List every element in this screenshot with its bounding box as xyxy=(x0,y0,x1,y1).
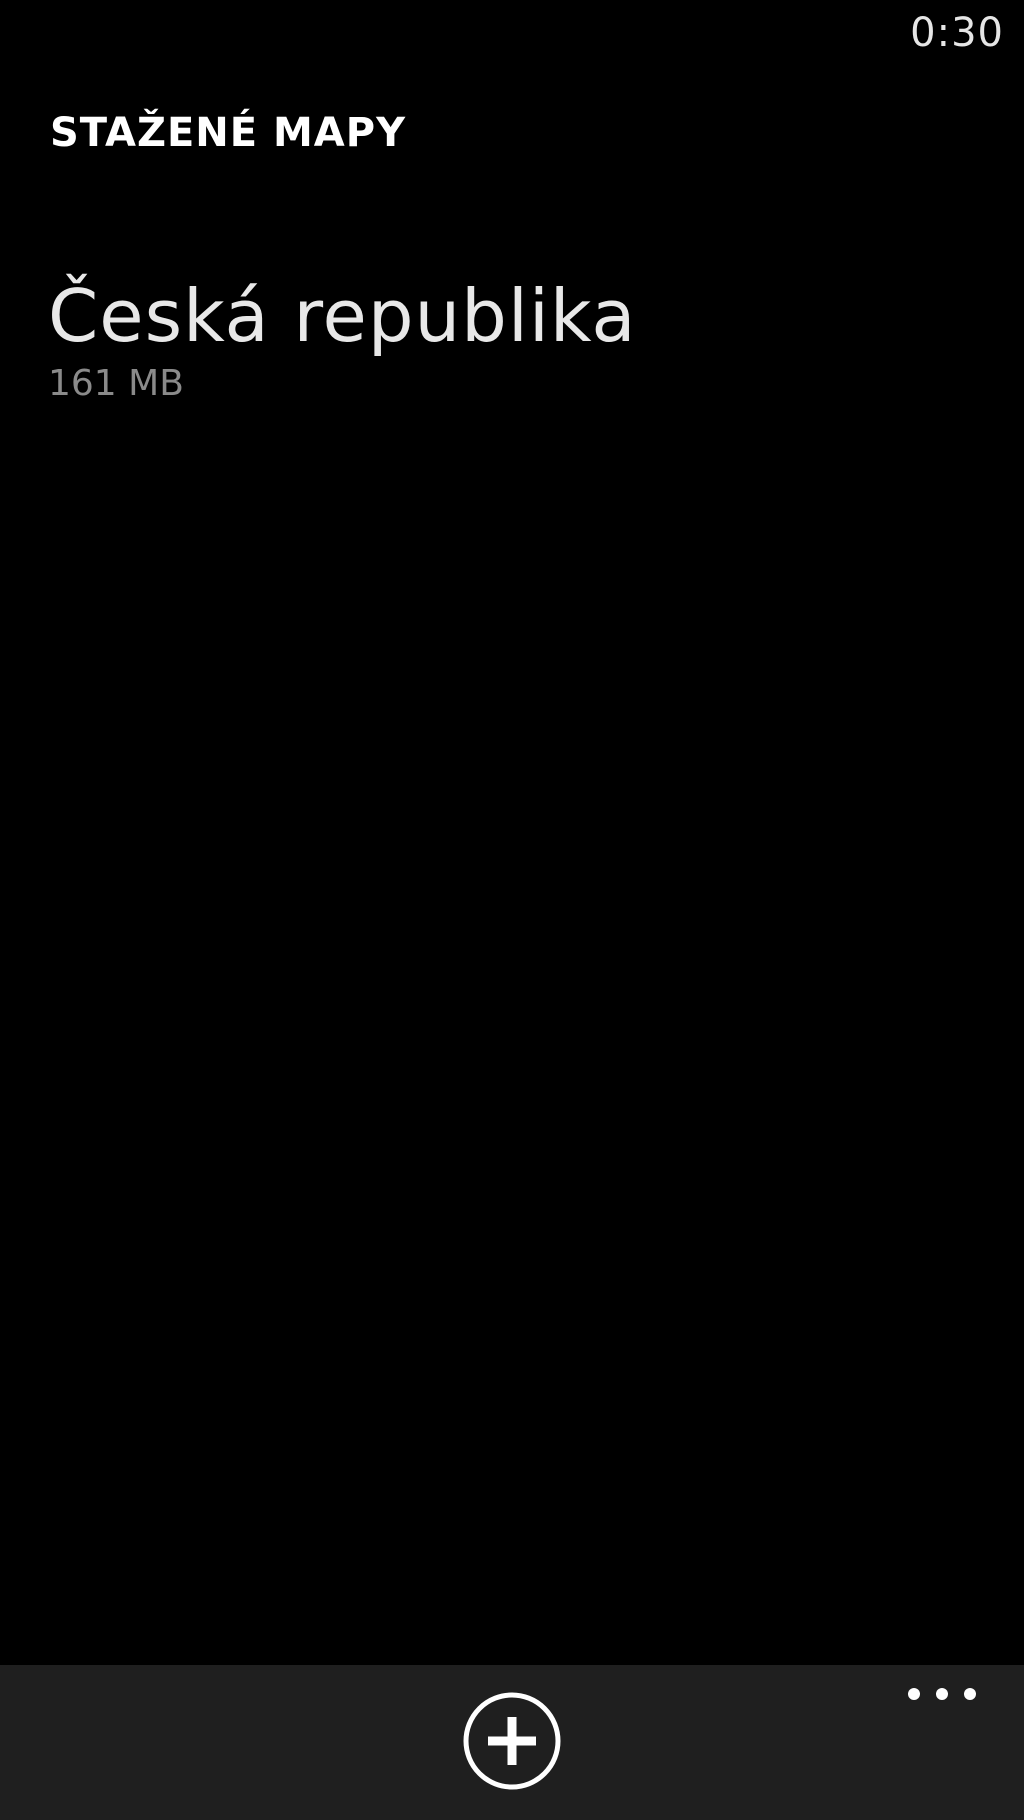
add-map-button[interactable] xyxy=(462,1691,562,1791)
page-title: STAŽENÉ MAPY xyxy=(50,110,407,156)
list-item[interactable]: Česká republika 161 MB xyxy=(48,280,848,420)
ellipsis-icon xyxy=(908,1688,976,1700)
app-bar xyxy=(0,1665,1024,1820)
map-size: 161 MB xyxy=(48,363,184,404)
map-name: Česká republika xyxy=(48,274,637,358)
status-time: 0:30 xyxy=(910,10,1004,56)
more-options-button[interactable] xyxy=(902,1679,982,1709)
